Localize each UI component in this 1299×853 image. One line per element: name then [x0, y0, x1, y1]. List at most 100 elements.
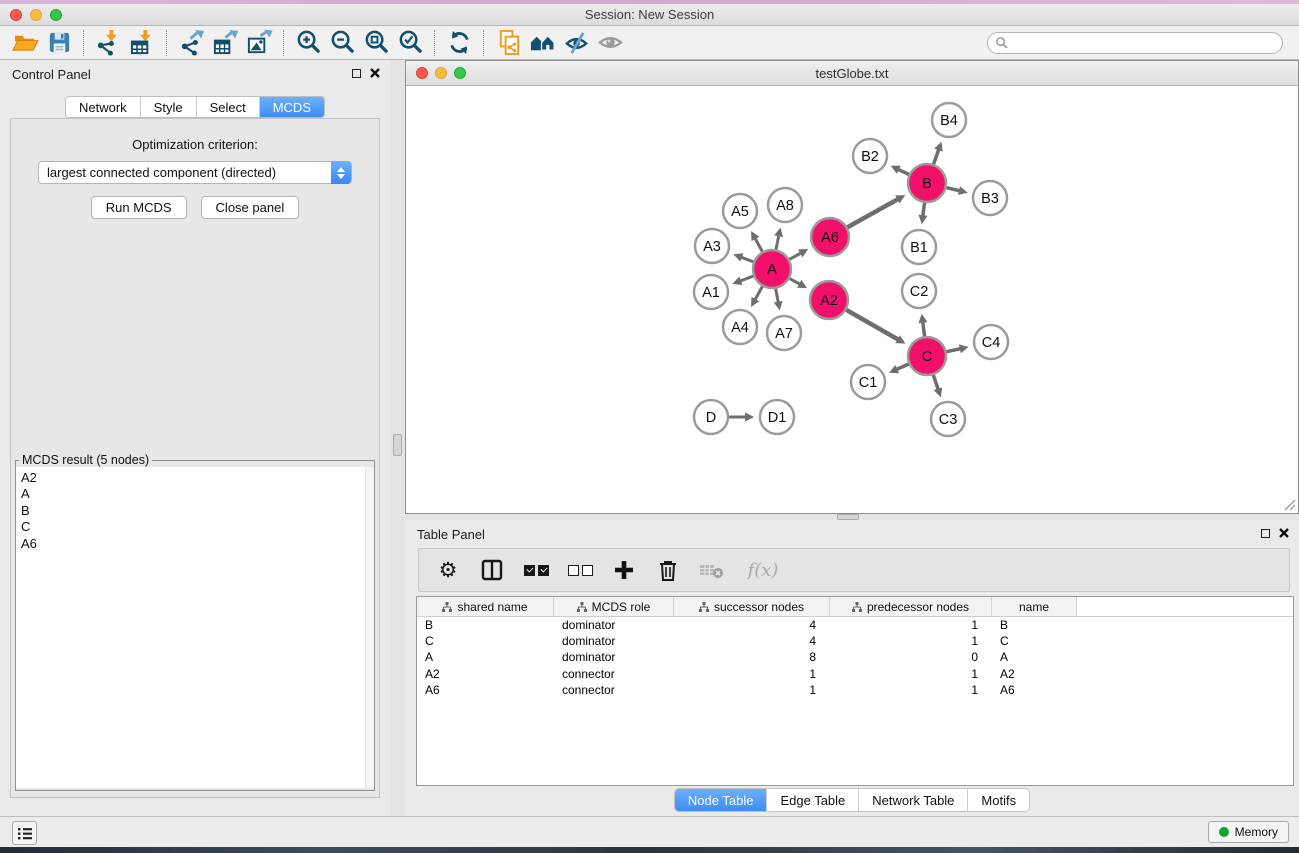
tab-network-table[interactable]: Network Table [859, 789, 968, 811]
edge-B-B3[interactable] [945, 187, 959, 190]
edge-A-A1[interactable] [740, 276, 754, 281]
import-network-icon[interactable] [91, 28, 125, 58]
edge-A-A6[interactable] [789, 253, 801, 260]
column-header-shared-name[interactable]: shared name [417, 597, 554, 616]
delete-icon[interactable] [655, 557, 681, 583]
edge-A-A4[interactable] [755, 286, 763, 300]
edge-A2-C[interactable] [845, 309, 898, 339]
tab-motifs[interactable]: Motifs [968, 789, 1029, 811]
cell-name[interactable]: A6 [992, 683, 1077, 697]
cell-shared-name[interactable]: B [417, 618, 554, 632]
cell-successor-nodes[interactable]: 1 [674, 683, 830, 697]
cell-MCDS-role[interactable]: dominator [554, 618, 674, 632]
edge-A-A3[interactable] [741, 257, 754, 262]
add-column-icon[interactable] [611, 557, 637, 583]
deselect-all-icon[interactable] [567, 557, 593, 583]
cell-MCDS-role[interactable]: connector [554, 667, 674, 681]
cell-shared-name[interactable]: A6 [417, 683, 554, 697]
tab-style[interactable]: Style [141, 97, 197, 117]
mcds-result-item[interactable]: A6 [16, 536, 374, 552]
cell-predecessor-nodes[interactable]: 0 [830, 650, 992, 664]
edge-A-A8[interactable] [776, 235, 779, 250]
zoom-out-icon[interactable] [325, 28, 359, 58]
cell-successor-nodes[interactable]: 4 [674, 634, 830, 648]
cell-successor-nodes[interactable]: 4 [674, 618, 830, 632]
minimize-window-button[interactable] [30, 9, 42, 21]
cell-name[interactable]: B [992, 618, 1077, 632]
close-panel-button[interactable]: Close panel [201, 196, 300, 219]
table-row[interactable]: Cdominator41C [417, 633, 1293, 649]
split-columns-icon[interactable] [479, 557, 505, 583]
edge-B-B4[interactable] [933, 149, 939, 165]
zoom-window-button[interactable] [50, 9, 62, 21]
vertical-splitter-handle[interactable] [393, 434, 402, 456]
zoom-selected-icon[interactable] [393, 28, 427, 58]
mcds-list-scrollbar[interactable] [365, 467, 374, 788]
zoom-in-icon[interactable] [291, 28, 325, 58]
float-panel-icon[interactable] [352, 69, 361, 78]
close-panel-icon[interactable] [370, 68, 380, 78]
close-table-panel-icon[interactable] [1279, 528, 1289, 538]
first-neighbors-icon[interactable] [525, 28, 559, 58]
edge-C-C1[interactable] [896, 364, 909, 370]
resize-grip-icon[interactable] [1282, 497, 1296, 511]
memory-button[interactable]: Memory [1208, 821, 1289, 843]
run-mcds-button[interactable]: Run MCDS [91, 196, 187, 219]
function-builder-icon[interactable]: f(x) [743, 557, 783, 583]
column-header-successor-nodes[interactable]: successor nodes [674, 597, 830, 616]
save-session-icon[interactable] [42, 28, 76, 58]
mcds-result-item[interactable]: A [16, 486, 374, 502]
column-header-predecessor-nodes[interactable]: predecessor nodes [830, 597, 992, 616]
mcds-result-item[interactable]: A2 [16, 467, 374, 486]
network-canvas[interactable]: B4B2BB3A5A8A6A3B1AA1C2A2A4A7CC4C1C3DD1 [406, 86, 1298, 513]
float-table-panel-icon[interactable] [1261, 529, 1270, 538]
column-header-name[interactable]: name [992, 597, 1077, 616]
cell-name[interactable]: A2 [992, 667, 1077, 681]
cell-MCDS-role[interactable]: dominator [554, 650, 674, 664]
column-header-MCDS-role[interactable]: MCDS role [554, 597, 674, 616]
cell-shared-name[interactable]: A [417, 650, 554, 664]
cell-successor-nodes[interactable]: 8 [674, 650, 830, 664]
import-table-icon[interactable] [125, 28, 159, 58]
zoom-fit-icon[interactable] [359, 28, 393, 58]
cell-name[interactable]: C [992, 634, 1077, 648]
table-row[interactable]: A2connector11A2 [417, 666, 1293, 682]
mcds-result-item[interactable]: B [16, 503, 374, 519]
mcds-result-item[interactable]: C [16, 519, 374, 535]
cell-MCDS-role[interactable]: connector [554, 683, 674, 697]
select-all-icon[interactable] [523, 557, 549, 583]
hide-style-icon[interactable] [559, 28, 593, 58]
cell-predecessor-nodes[interactable]: 1 [830, 618, 992, 632]
duplicate-network-icon[interactable] [491, 28, 525, 58]
criterion-dropdown[interactable]: largest connected component (directed) [38, 161, 352, 184]
export-table-icon[interactable] [208, 28, 242, 58]
close-window-button[interactable] [10, 9, 22, 21]
export-image-icon[interactable] [242, 28, 276, 58]
table-row[interactable]: A6connector11A6 [417, 682, 1293, 698]
cell-predecessor-nodes[interactable]: 1 [830, 634, 992, 648]
cell-predecessor-nodes[interactable]: 1 [830, 683, 992, 697]
cell-successor-nodes[interactable]: 1 [674, 667, 830, 681]
open-file-icon[interactable] [8, 28, 42, 58]
gear-icon[interactable]: ⚙ [435, 557, 461, 583]
tab-edge-table[interactable]: Edge Table [767, 789, 859, 811]
export-network-icon[interactable] [174, 28, 208, 58]
table-row[interactable]: Adominator80A [417, 649, 1293, 665]
delete-table-icon[interactable] [699, 557, 725, 583]
edge-A-A5[interactable] [755, 238, 763, 252]
show-graphics-icon[interactable] [593, 28, 627, 58]
task-history-button[interactable] [12, 821, 37, 845]
edge-B-B2[interactable] [898, 169, 910, 175]
cell-name[interactable]: A [992, 650, 1077, 664]
tab-select[interactable]: Select [197, 97, 260, 117]
edge-A-A7[interactable] [776, 288, 779, 303]
edge-B-B1[interactable] [923, 202, 925, 216]
cell-MCDS-role[interactable]: dominator [554, 634, 674, 648]
tab-mcds[interactable]: MCDS [260, 97, 324, 117]
edge-C-C4[interactable] [946, 349, 961, 352]
cell-shared-name[interactable]: C [417, 634, 554, 648]
tab-node-table[interactable]: Node Table [675, 789, 768, 811]
network-graph[interactable]: B4B2BB3A5A8A6A3B1AA1C2A2A4A7CC4C1C3DD1 [406, 86, 1298, 513]
cell-predecessor-nodes[interactable]: 1 [830, 667, 992, 681]
table-row[interactable]: Bdominator41B [417, 617, 1293, 633]
